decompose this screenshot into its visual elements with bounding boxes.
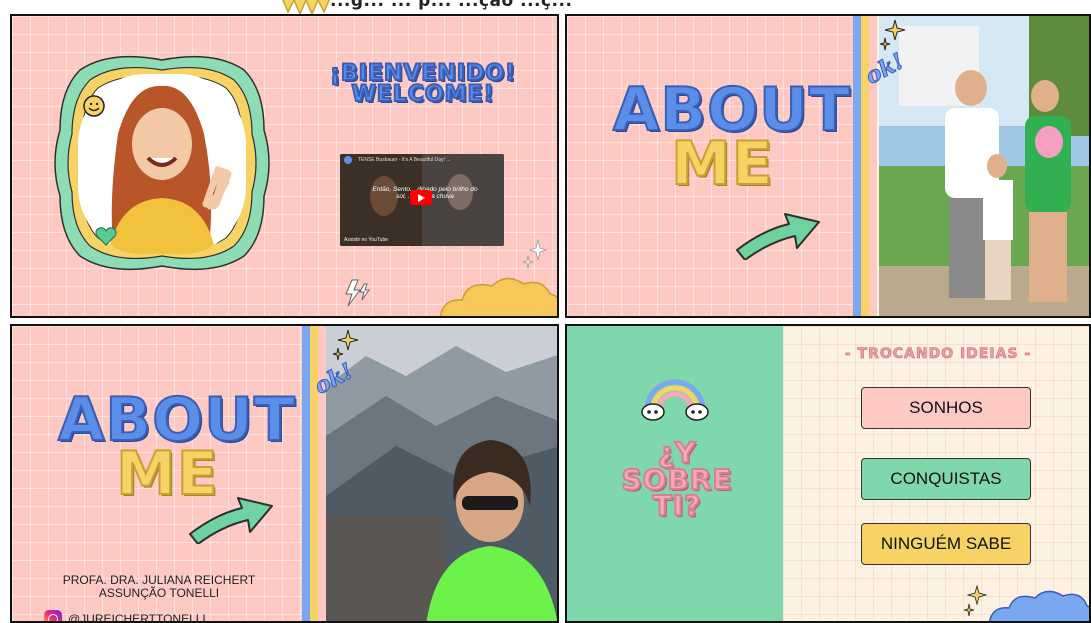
great-wall-illustration xyxy=(326,326,557,621)
teacher-name: PROFA. DRA. JULIANA REICHERT ASSUNÇÃO TO… xyxy=(34,574,284,599)
family-photo xyxy=(879,16,1089,316)
option-ninguem-sabe-button[interactable]: NINGUÉM SABE xyxy=(861,523,1031,565)
cloud-icon xyxy=(989,590,1089,621)
me-heading: ME xyxy=(670,129,774,199)
sobre-ti-heading: ¿Y SOBRE TI? xyxy=(597,438,757,523)
heart-icon xyxy=(95,227,117,246)
arrow-icon xyxy=(189,497,273,544)
welcome-heading: ¡BIENVENIDO! WELCOME! xyxy=(312,62,534,107)
trocando-ideias-title: - TROCANDO IDEIAS - xyxy=(844,346,1032,363)
instagram-text[interactable]: @JUREICHERTTONELLI xyxy=(68,612,206,621)
sparkle-icon xyxy=(879,19,906,51)
sparkle-icon xyxy=(522,239,548,269)
video-embed[interactable]: TENSE Busbauer - It's A Beautiful Day! .… xyxy=(340,154,504,246)
top-strip: ...g... ... p... ...ção ...ç... xyxy=(0,0,1091,14)
arrow-icon xyxy=(736,213,820,260)
great-wall-photo xyxy=(326,326,557,621)
smiley-icon xyxy=(83,95,105,117)
instagram-icon xyxy=(44,610,62,621)
rainbow-icon xyxy=(641,379,709,421)
family-illustration xyxy=(879,16,1089,316)
slide-trocando-ideias: ¿Y SOBRE TI? - TROCANDO IDEIAS - SONHOS … xyxy=(565,324,1091,623)
lightning-icon xyxy=(345,279,370,307)
teacher-name-line1: PROFA. DRA. JULIANA REICHERT xyxy=(62,573,256,587)
slide-about-profile: ABOUT ME PROFA. DRA. JULIANA REICHERT AS… xyxy=(10,324,559,623)
instagram-handle[interactable]: @JUREICHERTTONELLI xyxy=(44,610,206,621)
sobre-line3: TI? xyxy=(652,489,702,523)
header-partial-text: ...g... ... p... ...ção ...ç... xyxy=(330,0,573,11)
cloud-icon xyxy=(440,277,557,316)
option-sonhos-button[interactable]: SONHOS xyxy=(861,387,1031,429)
sparkle-icon xyxy=(332,329,359,361)
teacher-name-line2: ASSUNÇÃO TONELLI xyxy=(98,585,220,600)
sun-icon xyxy=(282,0,330,14)
video-footer[interactable]: Assistir no YouTube xyxy=(344,237,388,243)
slide-about-family: ABOUT ME ok! xyxy=(565,14,1091,318)
slide-welcome: ¡BIENVENIDO! WELCOME! TENSE Busbauer - I… xyxy=(10,14,559,318)
sparkle-icon xyxy=(963,584,988,617)
welcome-line-en: WELCOME! xyxy=(350,81,495,107)
video-title: TENSE Busbauer - It's A Beautiful Day! .… xyxy=(358,157,451,163)
play-icon[interactable] xyxy=(410,190,432,205)
option-conquistas-button[interactable]: CONQUISTAS xyxy=(861,458,1031,500)
